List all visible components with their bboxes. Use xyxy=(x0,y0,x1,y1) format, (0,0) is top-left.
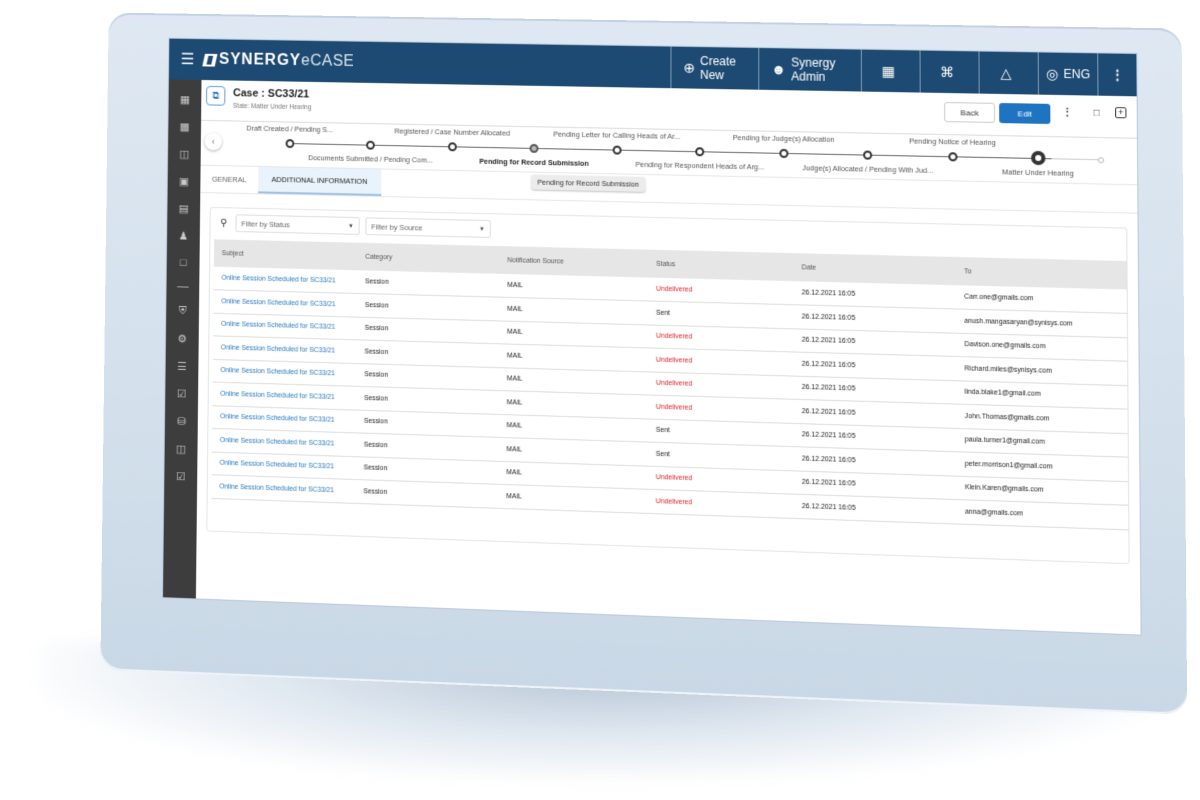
calendar-icon: ▦ xyxy=(881,62,895,79)
create-new-label: Create New xyxy=(700,54,737,83)
step-marker[interactable] xyxy=(695,147,705,157)
book-icon[interactable]: □ xyxy=(167,249,200,277)
app-screen: ☰ SYNERGY eCASE ⊕ Create New ☻ Synergy A… xyxy=(163,38,1141,635)
step-tooltip: Pending for Record Submission xyxy=(531,174,645,192)
user-menu[interactable]: ☻ Synergy Admin xyxy=(758,48,861,92)
search-icon[interactable]: ⚲ xyxy=(220,218,227,229)
column-header-to[interactable]: To xyxy=(955,256,1127,290)
step-marker[interactable] xyxy=(285,139,294,149)
language-label: ENG xyxy=(1063,66,1091,82)
step-label: Pending for Respondent Heads of Arg... xyxy=(635,159,765,172)
sidebar: ▦ ▩ ◫ ▣ ▤ ♟ □ ⛨ ⚙ ☰ ☑ ⛁ ◫ ☑ xyxy=(163,79,202,599)
main-content: ⧉ Case : SC33/21 State: Matter Under Hea… xyxy=(196,79,1141,635)
notifications-card: ⚲ Filter by Status ▼ Filter by Source ▼ xyxy=(206,206,1130,565)
database-icon[interactable]: ⛁ xyxy=(165,407,198,436)
chevron-left-icon[interactable]: ‹ xyxy=(204,132,223,151)
more-menu-button[interactable]: ⋮ xyxy=(1097,53,1137,97)
gear-icon[interactable]: ⚙ xyxy=(166,324,199,352)
tab-general[interactable]: GENERAL xyxy=(200,166,258,194)
ledger-icon[interactable]: ▤ xyxy=(167,194,200,222)
language-button[interactable]: ◎ ENG xyxy=(1037,52,1098,96)
bell-icon: △ xyxy=(1000,64,1012,81)
case-type-icon: ⧉ xyxy=(206,85,226,106)
case-more-icon[interactable]: ⋮ xyxy=(1062,106,1073,119)
sidebar-divider xyxy=(177,286,189,288)
step-label: Documents Submitted / Pending Com... xyxy=(308,153,433,165)
step-label: Matter Under Hearing xyxy=(1001,167,1074,178)
shield-icon[interactable]: ⛨ xyxy=(166,297,199,325)
step-marker[interactable] xyxy=(529,143,539,153)
kebab-icon: ⋮ xyxy=(1111,67,1124,83)
scan-icon: ⌘ xyxy=(939,63,955,80)
status-cell: Undelivered xyxy=(647,489,794,518)
column-header-category[interactable]: Category xyxy=(357,242,500,274)
calendar-button[interactable]: ▦ xyxy=(860,49,920,93)
brand-suffix: eCASE xyxy=(301,52,355,70)
date-cell: 26.12.2021 16:05 xyxy=(793,494,957,524)
task-icon[interactable]: ☑ xyxy=(164,462,197,491)
recipient-cell: anna@gmails.com xyxy=(956,499,1129,530)
notifications-button[interactable]: △ xyxy=(978,51,1038,95)
chevron-down-icon: ▼ xyxy=(347,223,354,230)
step-marker[interactable] xyxy=(778,148,788,159)
monitor-icon[interactable]: ◫ xyxy=(165,434,198,463)
hierarchy-icon[interactable]: ☰ xyxy=(166,352,199,380)
chevron-down-icon: ▼ xyxy=(479,226,485,233)
column-header-status[interactable]: Status xyxy=(648,249,794,282)
users-icon[interactable]: ♟ xyxy=(167,222,200,250)
subject-link[interactable]: Online Session Scheduled for SC33/21 xyxy=(211,474,356,503)
column-header-date[interactable]: Date xyxy=(793,253,956,286)
category-cell: Session xyxy=(355,479,499,508)
document-icon[interactable]: ◫ xyxy=(168,140,201,168)
chart-icon[interactable]: ▩ xyxy=(168,112,201,140)
step-label: Pending Letter for Calling Heads of Ar..… xyxy=(553,129,681,141)
hamburger-icon[interactable]: ☰ xyxy=(181,50,198,70)
step-marker[interactable] xyxy=(1097,157,1105,164)
create-new-button[interactable]: ⊕ Create New xyxy=(670,46,759,90)
source-cell: MAIL xyxy=(498,484,648,513)
status-filter-placeholder: Filter by Status xyxy=(241,218,290,229)
step-marker[interactable] xyxy=(366,140,375,150)
step-label: Pending for Record Submission xyxy=(479,156,589,168)
step-marker[interactable] xyxy=(947,152,958,162)
back-button[interactable]: Back xyxy=(944,101,996,123)
notifications-table: Subject Category Notification Source Sta… xyxy=(211,239,1129,530)
stepper-line-future xyxy=(1051,158,1104,161)
comment-icon[interactable]: □ xyxy=(1093,108,1099,119)
user-name: Synergy Admin xyxy=(791,55,836,84)
step-marker[interactable] xyxy=(447,142,457,152)
step-marker[interactable] xyxy=(1030,150,1045,166)
step-label: Judge(s) Allocated / Pending With Jud... xyxy=(802,163,934,175)
checklist-icon[interactable]: ☑ xyxy=(165,379,198,408)
source-filter[interactable]: Filter by Source ▼ xyxy=(365,217,491,238)
globe-icon: ◎ xyxy=(1045,65,1059,82)
brand-name: SYNERGY xyxy=(218,51,302,70)
tab-additional-information[interactable]: ADDITIONAL INFORMATION xyxy=(257,166,382,196)
source-filter-placeholder: Filter by Source xyxy=(371,221,423,232)
plus-circle-icon: ⊕ xyxy=(683,59,696,76)
edit-button[interactable]: Edit xyxy=(999,102,1051,125)
step-label: Pending for Judge(s) Allocation xyxy=(732,133,835,144)
step-label: Registered / Case Number Allocated xyxy=(394,126,511,138)
step-label: Pending Notice of Hearing xyxy=(909,136,996,148)
add-icon[interactable]: + xyxy=(1115,107,1127,119)
case-title: Case : SC33/21 xyxy=(233,87,310,101)
status-filter[interactable]: Filter by Status ▼ xyxy=(235,214,360,235)
user-icon: ☻ xyxy=(771,61,787,78)
step-label: Draft Created / Pending S... xyxy=(246,123,334,135)
logo-icon xyxy=(202,53,218,67)
column-header-subject[interactable]: Subject xyxy=(213,239,358,271)
scan-button[interactable]: ⌘ xyxy=(919,50,979,94)
mockup-stage: ☰ SYNERGY eCASE ⊕ Create New ☻ Synergy A… xyxy=(0,0,1200,800)
case-state: State: Matter Under Hearing xyxy=(232,102,312,112)
dashboard-icon[interactable]: ▦ xyxy=(169,85,202,113)
step-marker[interactable] xyxy=(612,145,622,155)
step-marker[interactable] xyxy=(863,150,873,160)
monitor-bezel: ☰ SYNERGY eCASE ⊕ Create New ☻ Synergy A… xyxy=(100,12,1188,715)
briefcase-icon[interactable]: ▣ xyxy=(168,167,201,195)
column-header-source[interactable]: Notification Source xyxy=(499,246,649,278)
